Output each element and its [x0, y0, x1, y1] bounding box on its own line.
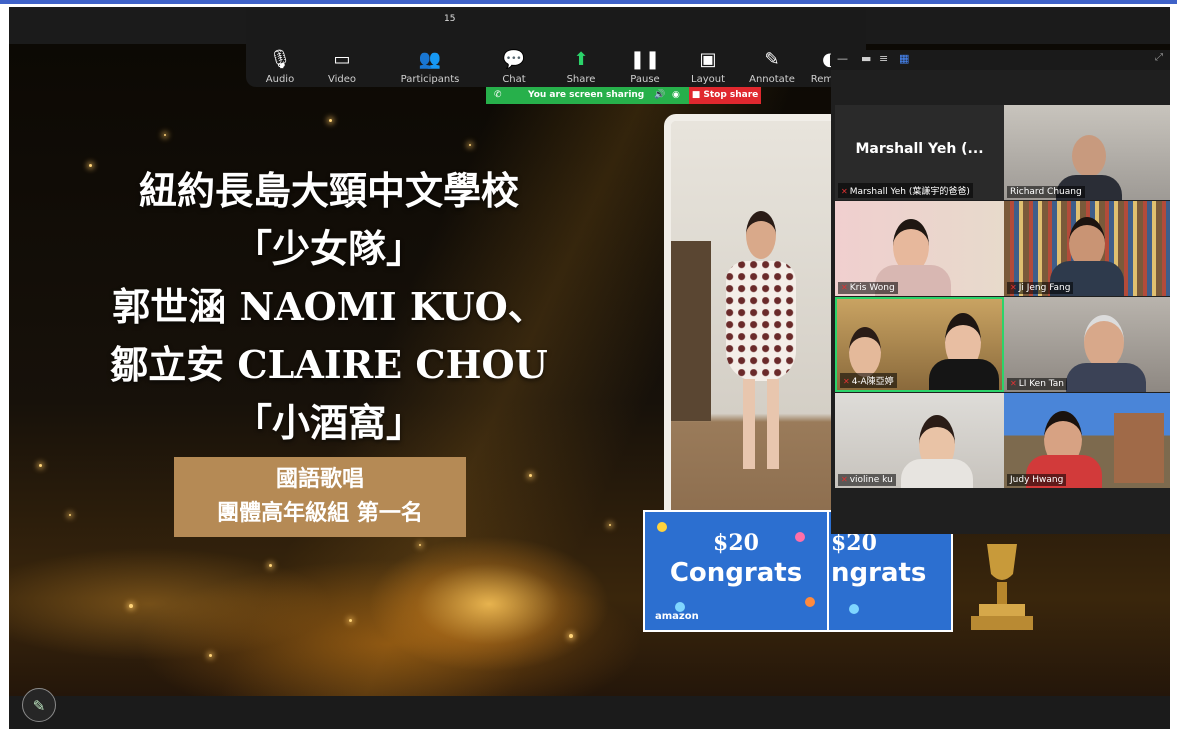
gallery-header: — ▬ ≡ ▦ ⤢ [831, 50, 1170, 70]
participant-tile-kris[interactable]: ✕ Kris Wong [835, 201, 1004, 296]
gift-card-congrats: Congrats [669, 558, 803, 588]
meeting-toolbar: 🎙 Audio ▭ Video 👥 Participants 15 💬 Chat… [246, 7, 866, 87]
share-label: Share [566, 74, 596, 85]
slide-title-line-4: 鄒立安 CLAIRE CHOU [110, 342, 548, 387]
pencil-icon: ✎ [32, 697, 46, 715]
mic-muted-icon: ✕ [841, 283, 848, 292]
camera-icon: ▭ [333, 49, 351, 70]
screen-sharing-bar: ✆ You are screen sharing 🔊 ◉ [486, 87, 689, 104]
pause-button[interactable]: ❚❚ Pause [613, 49, 677, 85]
participant-label: Judy Hwang [1007, 474, 1067, 486]
participants-icon: 👥 [418, 49, 442, 70]
stop-share-button[interactable]: ■ Stop share [689, 87, 761, 104]
window-top-accent [0, 0, 1177, 4]
trophy-icon [971, 544, 1033, 630]
gift-card-1: $20 Congrats amazon [643, 510, 829, 632]
slide-title-line-1: 紐約長島大頸中文學校 [138, 168, 519, 213]
chat-label: Chat [502, 74, 526, 85]
annotate-label: Annotate [749, 74, 795, 85]
participant-label: ✕ Ji Jeng Fang [1007, 282, 1074, 294]
gift-card-2-congrats: ngrats [831, 558, 927, 588]
layout-label: Layout [691, 74, 725, 85]
participants-label: Participants [400, 74, 460, 85]
minimize-icon[interactable]: — [837, 52, 848, 65]
participant-label: ✕ LI Ken Tan [1007, 378, 1068, 390]
participants-count: 15 [444, 14, 456, 24]
strip-view-icon[interactable]: ≡ [879, 52, 888, 65]
slide-title-line-3: 郭世涵 NAOMI KUO、 [112, 284, 546, 329]
participant-label: ✕ 4-A陳亞婷 [840, 373, 897, 388]
participant-label: Richard Chuang [1007, 186, 1085, 198]
performer-video [664, 114, 842, 546]
share-button[interactable]: ⬆ Share [549, 49, 613, 85]
participant-tile-judy[interactable]: Judy Hwang [1004, 393, 1170, 488]
layout-icon: ▣ [699, 49, 717, 70]
participant-name-center: Marshall Yeh (... [855, 141, 984, 157]
gallery-view-icon[interactable]: ▦ [899, 52, 909, 65]
microphone-icon: 🎙 [268, 49, 292, 70]
mic-muted-icon: ✕ [843, 377, 850, 386]
zoom-meeting-window: 紐約長島大頸中文學校 「少女隊」 郭世涵 NAOMI KUO、 鄒立安 CLAI… [9, 7, 1170, 729]
participant-tile-violine[interactable]: ✕ violine ku [835, 393, 1004, 488]
pen-icon: ✎ [764, 49, 780, 70]
annotation-pen-button[interactable]: ✎ [22, 688, 56, 722]
award-line-2: 團體高年級組 第一名 [217, 501, 423, 526]
speaker-view-icon[interactable]: ▬ [861, 52, 871, 65]
mic-muted-icon: ✕ [841, 187, 848, 196]
shield-icon: ◉ [672, 90, 680, 100]
participants-button[interactable]: 👥 Participants [394, 49, 466, 85]
mic-muted-icon: ✕ [1010, 283, 1017, 292]
stop-icon: ■ [691, 90, 701, 100]
participant-label: ✕ Marshall Yeh (葉謙宇的爸爸) [838, 183, 973, 198]
participant-tile-liken[interactable]: ✕ LI Ken Tan [1004, 297, 1170, 392]
stop-share-label: Stop share [703, 90, 759, 100]
expand-icon[interactable]: ⤢ [1155, 52, 1163, 63]
annotate-button[interactable]: ✎ Annotate [740, 49, 804, 85]
chat-button[interactable]: 💬 Chat [482, 49, 546, 85]
participant-label: ✕ violine ku [838, 474, 896, 486]
chat-icon: 💬 [502, 49, 526, 70]
audio-button[interactable]: 🎙 Audio [248, 49, 312, 85]
slide-title: 紐約長島大頸中文學校 「少女隊」 郭世涵 NAOMI KUO、 鄒立安 CLAI… [69, 162, 589, 452]
video-label: Video [327, 74, 357, 85]
participant-tile-jijeng[interactable]: ✕ Ji Jeng Fang [1004, 201, 1170, 296]
slide-title-line-2: 「少女隊」 [233, 226, 424, 271]
participant-tile-richard[interactable]: Richard Chuang [1004, 105, 1170, 200]
share-screen-icon: ⬆ [573, 49, 589, 70]
sharing-status-text: You are screen sharing [528, 90, 645, 100]
video-button[interactable]: ▭ Video [310, 49, 374, 85]
participant-tile-active-speaker[interactable]: ✕ 4-A陳亞婷 [835, 297, 1004, 392]
amazon-logo: amazon [655, 611, 699, 622]
pause-icon: ❚❚ [629, 49, 661, 70]
gallery-panel: — ▬ ≡ ▦ ⤢ Marshall Yeh (... ✕ Marshall Ye… [831, 50, 1170, 534]
participant-label: ✕ Kris Wong [838, 282, 898, 294]
pause-label: Pause [630, 74, 660, 85]
gift-card-amount: $20 [713, 530, 759, 556]
audio-label: Audio [265, 74, 295, 85]
window-frame: 紐約長島大頸中文學校 「少女隊」 郭世涵 NAOMI KUO、 鄒立安 CLAI… [0, 0, 1177, 729]
slide-title-line-5: 「小酒窩」 [233, 400, 424, 445]
participant-tile-marshall[interactable]: Marshall Yeh (... ✕ Marshall Yeh (葉謙宇的爸爸) [835, 105, 1004, 200]
mic-muted-icon: ✕ [841, 475, 848, 484]
award-box: 國語歌唱 團體高年級組 第一名 [174, 457, 466, 537]
award-line-1: 國語歌唱 [275, 467, 364, 492]
layout-button[interactable]: ▣ Layout [676, 49, 740, 85]
phone-icon: ✆ [494, 90, 502, 100]
speaker-icon: 🔊 [654, 90, 666, 100]
mic-muted-icon: ✕ [1010, 379, 1017, 388]
